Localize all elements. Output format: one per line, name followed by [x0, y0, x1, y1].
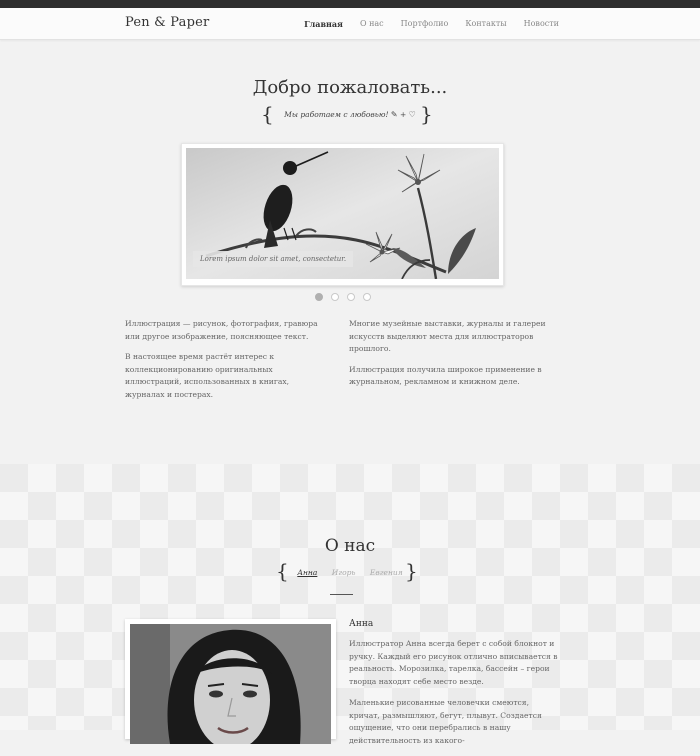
slider-illustration: Lorem ipsum dolor sit amet, consectetur. — [186, 148, 499, 279]
tab-evgenia[interactable]: Евгения — [370, 568, 403, 577]
tab-underline-divider — [330, 594, 353, 595]
intro-left-paragraph-1: Иллюстрация — рисунок, фотография, гравю… — [125, 319, 318, 341]
slider-caption: Lorem ipsum dolor sit amet, consectetur. — [193, 251, 354, 267]
tagline-text: Мы работаем с любовью! — [284, 110, 389, 119]
nav-portfolio[interactable]: Портфолио — [401, 19, 449, 29]
intro-right-paragraph-1: Многие музейные выставки, журналы и гале… — [349, 319, 546, 353]
team-member-photo — [130, 624, 331, 744]
pencil-icon: ✎ — [390, 110, 398, 119]
main-nav: Главная О нас Портфолио Контакты Новости — [304, 19, 559, 29]
team-member-name: Анна — [349, 619, 374, 629]
intro-left-paragraph-2: В настоящее время растёт интерес к колле… — [125, 352, 290, 399]
intro-column-right: Многие музейные выставки, журналы и гале… — [349, 318, 574, 397]
tagline-plus: + — [399, 110, 407, 119]
slider-dot-4[interactable] — [363, 293, 371, 301]
tagline: Мы работаем с любовью! ✎ + ♡ — [0, 110, 700, 119]
intro-right-paragraph-2: Иллюстрация получила широкое применение … — [349, 364, 542, 387]
slider-dot-3[interactable] — [347, 293, 355, 301]
tab-anna[interactable]: Анна — [297, 568, 317, 577]
site-logo[interactable]: Pen & Paper — [125, 15, 209, 30]
nav-home[interactable]: Главная — [304, 19, 343, 29]
welcome-title: Добро пожаловать... — [252, 77, 448, 98]
top-dark-bar — [0, 0, 700, 8]
slider-pagination — [315, 293, 371, 301]
tab-igor[interactable]: Игорь — [332, 568, 356, 577]
nav-news[interactable]: Новости — [524, 19, 559, 29]
slider-dot-2[interactable] — [331, 293, 339, 301]
intro-column-left: Иллюстрация — рисунок, фотография, гравю… — [125, 318, 325, 409]
team-tabs: Анна Игорь Евгения — [0, 568, 700, 577]
team-photo-frame — [125, 619, 336, 744]
nav-contacts[interactable]: Контакты — [465, 19, 506, 29]
about-title: О нас — [324, 536, 376, 556]
slider-dot-1[interactable] — [315, 293, 323, 301]
team-member-bio-1: Иллюстратор Анна всегда берет с собой бл… — [349, 639, 558, 686]
site-header: Pen & Paper Главная О нас Портфолио Конт… — [0, 8, 700, 40]
nav-about[interactable]: О нас — [360, 19, 384, 29]
heart-icon: ♡ — [408, 110, 416, 119]
about-section: О нас { } Анна Игорь Евгения Анна Иллюст… — [0, 464, 700, 745]
portrait-illustration — [130, 624, 331, 744]
image-slider[interactable]: Lorem ipsum dolor sit amet, consectetur. — [181, 143, 504, 286]
team-member-info: Анна Иллюстратор Анна всегда берет с соб… — [349, 619, 561, 756]
team-member-bio-2: Маленькие рисованные человечки смеются, … — [349, 698, 542, 745]
